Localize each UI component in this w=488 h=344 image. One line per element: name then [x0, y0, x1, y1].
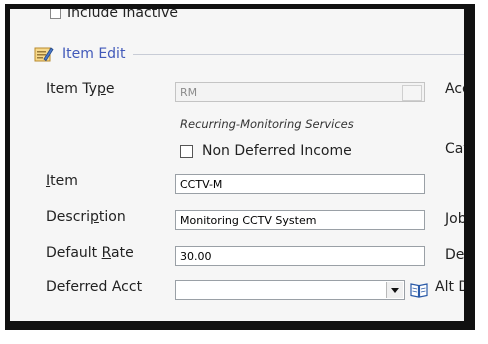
chevron-down-icon [391, 287, 399, 293]
deferred-label: Def [445, 247, 470, 263]
default-rate-label: Default Rate [46, 245, 134, 261]
deferred-acct-label: Deferred Acct [46, 279, 143, 295]
deferred-acct-dropdown-button[interactable] [386, 282, 403, 298]
section-header: Item Edit [34, 43, 464, 65]
category-label: Cat [445, 141, 469, 157]
item-type-dropdown-button[interactable] [402, 85, 422, 101]
account-label: Acc [445, 81, 470, 97]
alt-label: Alt D [435, 279, 470, 295]
include-inactive-option[interactable]: Include Inactive [50, 5, 178, 21]
include-inactive-checkbox[interactable] [50, 9, 61, 19]
item-edit-panel: Include Inactive Item Edit Item Type RM … [5, 4, 475, 330]
item-type-description: Recurring-Monitoring Services [180, 117, 354, 131]
description-input[interactable]: Monitoring CCTV System [175, 210, 425, 230]
item-input[interactable]: CCTV-M [175, 174, 425, 194]
item-type-select[interactable]: RM [175, 82, 425, 102]
non-deferred-income-label: Non Deferred Income [202, 143, 352, 159]
book-lookup-icon[interactable] [410, 281, 428, 299]
job-label: Job [445, 211, 467, 227]
edit-icon [34, 47, 54, 62]
default-rate-input[interactable]: 30.00 [175, 246, 425, 266]
item-type-label: Item Type [46, 81, 115, 97]
include-inactive-label: Include Inactive [67, 5, 178, 21]
item-type-value: RM [180, 86, 198, 99]
section-divider [133, 53, 464, 55]
non-deferred-income-option[interactable]: Non Deferred Income [180, 143, 352, 159]
deferred-acct-select[interactable] [175, 280, 405, 300]
non-deferred-income-checkbox[interactable] [180, 144, 193, 158]
description-label: Description [46, 209, 126, 225]
section-title: Item Edit [62, 46, 126, 62]
item-label: Item [46, 173, 78, 189]
